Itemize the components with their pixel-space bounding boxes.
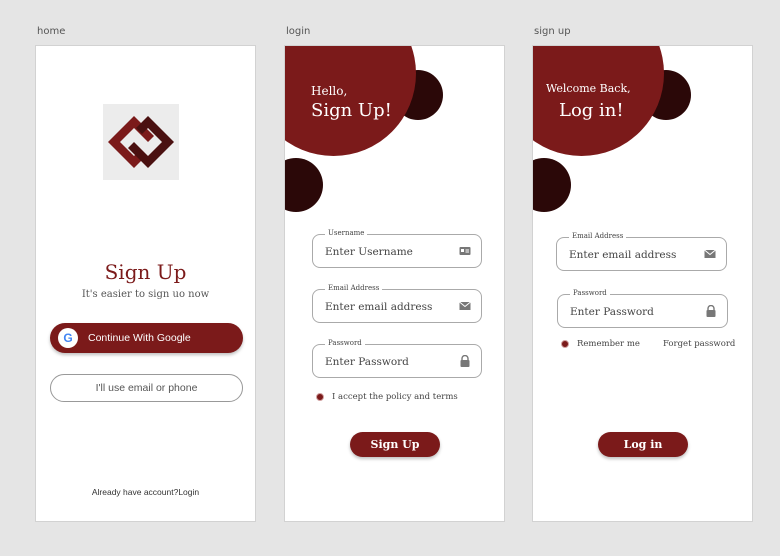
username-field[interactable]: Username Enter Username bbox=[312, 229, 482, 268]
username-input[interactable]: Enter Username bbox=[325, 246, 413, 258]
header-greeting: Welcome Back, bbox=[546, 82, 631, 95]
decor-circle-left bbox=[533, 158, 571, 212]
artboard-label-signup: sign up bbox=[534, 26, 571, 37]
accept-terms-label: I accept the policy and terms bbox=[332, 392, 458, 402]
mail-icon bbox=[704, 249, 716, 258]
username-label: Username bbox=[325, 229, 368, 237]
header-heading: Sign Up! bbox=[311, 100, 392, 121]
email-input[interactable]: Enter email address bbox=[569, 249, 676, 261]
email-label: Email Address bbox=[325, 284, 383, 292]
home-subtitle: It's easier to sign uo now bbox=[81, 289, 210, 300]
log-in-button[interactable]: Log in bbox=[598, 432, 688, 457]
login-link[interactable]: Already have account?Login bbox=[36, 487, 255, 497]
lock-icon bbox=[460, 355, 470, 367]
artboard-label-login: login bbox=[286, 26, 311, 37]
id-card-icon bbox=[459, 247, 471, 255]
password-field[interactable]: Password Enter Password bbox=[312, 339, 482, 378]
header-heading: Log in! bbox=[559, 100, 624, 121]
mail-icon bbox=[459, 301, 471, 310]
password-label: Password bbox=[570, 289, 610, 297]
radio-dot bbox=[316, 393, 324, 401]
header-greeting: Hello, bbox=[311, 84, 348, 98]
password-input[interactable]: Enter Password bbox=[325, 356, 409, 368]
interlocked-diamond-logo-icon bbox=[108, 116, 174, 168]
email-field[interactable]: Email Address Enter email address bbox=[556, 232, 727, 271]
email-label: Email Address bbox=[569, 232, 627, 240]
home-title: Sign Up bbox=[104, 260, 187, 284]
email-field[interactable]: Email Address Enter email address bbox=[312, 284, 482, 323]
decor-circle-left bbox=[285, 158, 323, 212]
forget-password-link[interactable]: Forget password bbox=[663, 339, 735, 349]
login-screen: Hello, Sign Up! Username Enter Username … bbox=[284, 45, 505, 522]
log-in-button-label: Log in bbox=[623, 438, 663, 451]
google-button-label: Continue With Google bbox=[88, 332, 191, 344]
remember-me-checkbox[interactable]: Remember me bbox=[561, 339, 640, 349]
password-field[interactable]: Password Enter Password bbox=[557, 289, 728, 328]
artboard-label-home: home bbox=[37, 26, 66, 37]
email-button-label: I'll use email or phone bbox=[95, 382, 198, 394]
accept-terms-checkbox[interactable]: I accept the policy and terms bbox=[316, 392, 458, 402]
remember-me-label: Remember me bbox=[577, 339, 640, 349]
password-label: Password bbox=[325, 339, 365, 347]
logo bbox=[103, 104, 179, 180]
sign-up-button-label: Sign Up bbox=[370, 438, 420, 451]
sign-up-button[interactable]: Sign Up bbox=[350, 432, 440, 457]
signup-screen: Welcome Back, Log in! Email Address Ente… bbox=[532, 45, 753, 522]
continue-with-google-button[interactable]: G Continue With Google bbox=[50, 323, 243, 353]
email-input[interactable]: Enter email address bbox=[325, 301, 432, 313]
password-input[interactable]: Enter Password bbox=[570, 306, 654, 318]
google-icon: G bbox=[58, 328, 78, 348]
radio-dot bbox=[561, 340, 569, 348]
email-or-phone-button[interactable]: I'll use email or phone bbox=[50, 374, 243, 402]
lock-icon bbox=[706, 305, 716, 317]
home-screen: Sign Up It's easier to sign uo now G Con… bbox=[35, 45, 256, 522]
